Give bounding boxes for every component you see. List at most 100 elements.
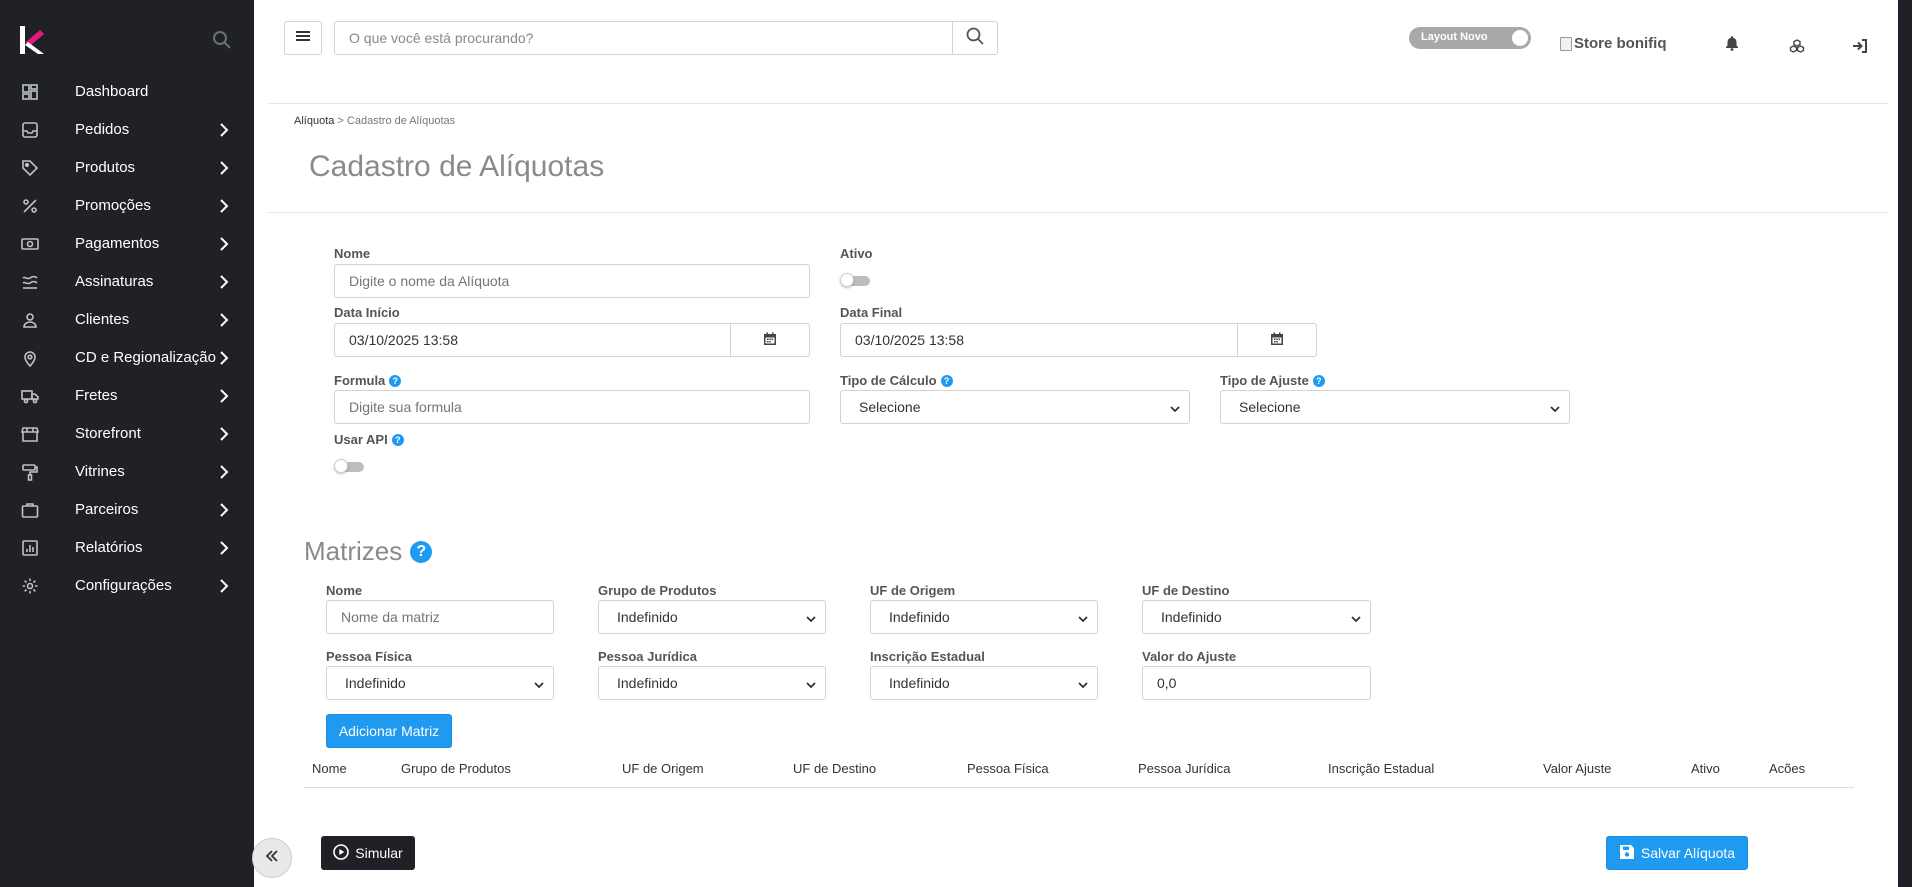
sidebar-item-fretes[interactable]: Fretes xyxy=(0,376,254,414)
chevron-down-icon xyxy=(533,678,545,690)
sidebar-item-label: Clientes xyxy=(75,311,130,328)
data-inicio-field[interactable]: 03/10/2025 13:58 xyxy=(334,323,810,357)
sidebar-item-label: Parceiros xyxy=(75,501,139,518)
window-scrollbar[interactable] xyxy=(1898,0,1912,887)
matrizes-help-icon[interactable]: ? xyxy=(410,540,433,563)
salvar-aliquota-label: Salvar Alíquota xyxy=(1640,845,1736,861)
sidebar-item-storefront[interactable]: Storefront xyxy=(0,414,254,452)
usar-api-toggle[interactable] xyxy=(334,459,364,473)
storefront-icon xyxy=(20,425,40,443)
data-inicio-calendar-button[interactable] xyxy=(730,323,809,357)
table-header-ativo[interactable]: Ativo xyxy=(1691,761,1720,776)
table-header-uf-destino[interactable]: UF de Destino xyxy=(793,761,876,776)
sidebar-search-icon[interactable] xyxy=(212,30,232,50)
pessoa-fisica-value: Indefinido xyxy=(345,675,406,691)
sidebar: Dashboard Pedidos Produtos Promoções Pag… xyxy=(0,0,254,887)
table-header-nome[interactable]: Nome xyxy=(312,761,347,776)
sidebar-item-label: Pagamentos xyxy=(75,235,160,252)
formula-input[interactable] xyxy=(334,390,810,424)
data-final-field[interactable]: 03/10/2025 13:58 xyxy=(840,323,1317,357)
chevron-down-icon xyxy=(1350,612,1362,624)
data-final-value: 03/10/2025 13:58 xyxy=(855,332,964,348)
search-input[interactable] xyxy=(335,22,953,54)
pessoa-fisica-select[interactable]: Indefinido xyxy=(326,666,554,700)
simular-button[interactable]: Simular xyxy=(321,836,415,870)
chevron-right-icon xyxy=(218,503,230,517)
header-divider xyxy=(268,103,1888,104)
table-header-pessoa-fisica[interactable]: Pessoa Física xyxy=(967,761,1049,776)
usar-api-help-icon[interactable]: ? xyxy=(391,433,404,446)
nome-label: Nome xyxy=(334,246,370,261)
cubes-icon[interactable] xyxy=(1789,39,1805,55)
pessoa-fisica-label-text: Pessoa Física xyxy=(326,649,412,664)
valor-ajuste-value: 0,0 xyxy=(1157,675,1177,691)
sidebar-item-pedidos[interactable]: Pedidos xyxy=(0,110,254,148)
pessoa-juridica-value: Indefinido xyxy=(617,675,678,691)
chevron-right-icon xyxy=(218,579,230,593)
money-bill-icon xyxy=(21,235,39,253)
tipo-calculo-help-icon[interactable]: ? xyxy=(940,374,953,387)
usar-api-label: Usar API? xyxy=(334,432,404,447)
truck-icon xyxy=(21,387,39,405)
layout-novo-toggle[interactable]: Layout Novo xyxy=(1409,27,1531,49)
sidebar-item-produtos[interactable]: Produtos xyxy=(0,148,254,186)
sidebar-item-promocoes[interactable]: Promoções xyxy=(0,186,254,224)
table-header-pessoa-juridica[interactable]: Pessoa Jurídica xyxy=(1138,761,1231,776)
nome-input[interactable] xyxy=(334,264,810,298)
brand-logo[interactable] xyxy=(20,26,44,54)
pessoa-juridica-select[interactable]: Indefinido xyxy=(598,666,826,700)
data-final-calendar-button[interactable] xyxy=(1237,323,1316,357)
chevron-down-icon xyxy=(805,678,817,690)
tipo-ajuste-select[interactable]: Selecione xyxy=(1220,390,1570,424)
ativo-toggle[interactable] xyxy=(840,273,870,287)
sidebar-item-relatorios[interactable]: Relatórios xyxy=(0,528,254,566)
sidebar-item-vitrines[interactable]: Vitrines xyxy=(0,452,254,490)
pessoa-fisica-label: Pessoa Física xyxy=(326,649,412,664)
breadcrumb-link-aliquota[interactable]: Alíquota xyxy=(294,115,334,127)
bell-icon[interactable] xyxy=(1724,35,1740,51)
play-circle-icon xyxy=(333,843,350,863)
broken-image-icon xyxy=(1560,36,1572,51)
salvar-aliquota-button[interactable]: Salvar Alíquota xyxy=(1606,836,1748,870)
tipo-ajuste-help-icon[interactable]: ? xyxy=(1312,374,1325,387)
sidebar-item-pagamentos[interactable]: Pagamentos xyxy=(0,224,254,262)
table-header-grupo-produtos[interactable]: Grupo de Produtos xyxy=(401,761,511,776)
formula-help-icon[interactable]: ? xyxy=(389,374,402,387)
sidebar-item-cd-regionalizacao[interactable]: CD e Regionalização xyxy=(0,338,254,376)
sidebar-item-parceiros[interactable]: Parceiros xyxy=(0,490,254,528)
data-final-label-text: Data Final xyxy=(840,305,903,320)
table-header-valor-ajuste[interactable]: Valor Ajuste xyxy=(1543,761,1611,776)
table-header-acoes[interactable]: Acões xyxy=(1769,761,1805,776)
matriz-nome-input[interactable] xyxy=(326,600,554,634)
uf-origem-label-text: UF de Origem xyxy=(870,583,956,598)
dashboard-grid-icon xyxy=(21,83,39,101)
adicionar-matriz-label: Adicionar Matriz xyxy=(338,723,440,739)
briefcase-icon xyxy=(21,501,39,519)
store-logo-image: Store bonifiq xyxy=(1560,35,1667,52)
menu-toggle-button[interactable] xyxy=(284,21,322,55)
adicionar-matriz-button[interactable]: Adicionar Matriz xyxy=(326,714,452,748)
toggle-knob xyxy=(1512,30,1528,46)
tipo-calculo-select[interactable]: Selecione xyxy=(840,390,1190,424)
sidebar-item-dashboard[interactable]: Dashboard xyxy=(0,72,254,110)
valor-ajuste-input[interactable]: 0,0 xyxy=(1142,666,1371,700)
uf-origem-select[interactable]: Indefinido xyxy=(870,600,1098,634)
sidebar-item-configuracoes[interactable]: Configurações xyxy=(0,566,254,604)
sidebar-item-assinaturas[interactable]: Assinaturas xyxy=(0,262,254,300)
sidebar-item-clientes[interactable]: Clientes xyxy=(0,300,254,338)
tipo-calculo-label-text: Tipo de Cálculo xyxy=(840,373,937,388)
percent-icon xyxy=(21,197,39,215)
sign-out-icon[interactable] xyxy=(1852,39,1868,55)
inscricao-estadual-select[interactable]: Indefinido xyxy=(870,666,1098,700)
nome-label-text: Nome xyxy=(334,246,371,261)
table-header-uf-origem[interactable]: UF de Origem xyxy=(622,761,704,776)
search-button[interactable] xyxy=(952,22,997,54)
uf-destino-select[interactable]: Indefinido xyxy=(1142,600,1371,634)
breadcrumb: Alíquota > Cadastro de Alíquotas xyxy=(294,115,455,127)
sidebar-item-label: CD e Regionalização xyxy=(75,349,216,366)
table-header-inscricao-estadual[interactable]: Inscrição Estadual xyxy=(1328,761,1434,776)
grupo-produtos-select[interactable]: Indefinido xyxy=(598,600,826,634)
uf-destino-label-text: UF de Destino xyxy=(1142,583,1230,598)
matrizes-section-title: Matrizes ? xyxy=(304,536,433,567)
sidebar-collapse-button[interactable] xyxy=(252,838,292,878)
